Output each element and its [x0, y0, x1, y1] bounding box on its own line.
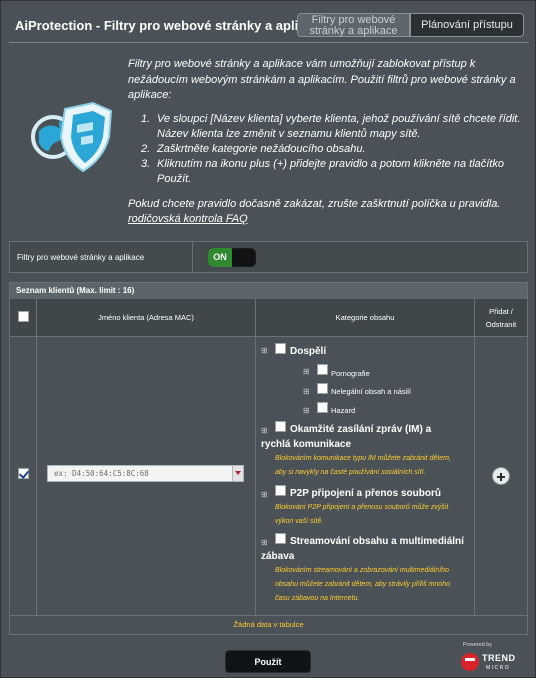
client-list-title: Seznam klientů (Max. limit : 16)	[10, 283, 527, 299]
row-divider	[192, 242, 193, 273]
header-select-all-cell	[10, 299, 37, 336]
subcategory-porn-label: Pornografie	[331, 369, 370, 378]
add-remove-label-line1: Přidat /	[489, 307, 513, 316]
rule-checkbox-cell	[10, 337, 37, 615]
category-p2p-desc-line2: výkon vaší sítě.	[275, 518, 324, 525]
trend-micro-brand: TREND	[482, 653, 516, 663]
category-streaming-desc-line2: obsahu můžete zabránit dětem, aby strávi…	[275, 581, 451, 588]
toggle-knob	[232, 249, 255, 266]
client-mac-input[interactable]: ex: D4:50:64:C5:8C:68	[47, 465, 244, 482]
trend-micro-brand-sub: MICRO	[486, 665, 511, 671]
plus-square-icon[interactable]: ⊞	[261, 347, 268, 355]
category-im-checkbox[interactable]	[275, 421, 286, 432]
plus-square-icon[interactable]: ⊞	[303, 388, 310, 396]
filter-toggle-label: Filtry pro webové stránky a aplikace	[17, 253, 145, 262]
outro-text: Pokud chcete pravidlo dočasně zakázat, z…	[128, 197, 523, 227]
plus-square-icon[interactable]: ⊞	[261, 491, 268, 499]
category-streaming-label-line1: Streamování obsahu a multimediální	[290, 536, 464, 547]
powered-by-label: Powered by	[463, 642, 493, 648]
trend-micro-logo-icon	[461, 653, 479, 671]
column-header-category: Kategorie obsahu	[256, 299, 475, 336]
step-item: 1. Ve sloupci [Název klienta] vyberte kl…	[141, 112, 521, 142]
filter-toggle-switch[interactable]: ON	[208, 248, 256, 267]
aiprotection-page: AiProtection - Filtry pro webové stránky…	[0, 0, 536, 678]
step-number: 2.	[141, 143, 151, 155]
intro-text: Filtry pro webové stránky a aplikace vám…	[128, 58, 516, 101]
tab-web-app-filters[interactable]: Filtry pro webové stránky a aplikace	[297, 13, 410, 37]
globe-shield-icon	[31, 101, 113, 173]
disable-hint: Pokud chcete pravidlo dočasně zakázat, z…	[128, 198, 501, 210]
step-item: 3. Kliknutím na ikonu plus (+) přidejte …	[141, 157, 521, 187]
client-cell: ex: D4:50:64:C5:8C:68	[37, 337, 256, 615]
plus-circle-icon[interactable]	[492, 467, 510, 485]
chevron-down-icon[interactable]	[232, 466, 243, 481]
tab-bar: Filtry pro webové stránky a aplikace Plá…	[297, 13, 524, 37]
category-p2p-desc-line1: Blokování P2P připojení a přenosu soubor…	[275, 504, 449, 511]
steps-list: 1. Ve sloupci [Název klienta] vyberte kl…	[141, 112, 521, 187]
category-streaming-label-line2: zábava	[261, 551, 295, 562]
plus-square-icon[interactable]: ⊞	[303, 407, 310, 415]
category-streaming-desc-line1: Blokováním streamování a zobrazování mul…	[275, 567, 449, 574]
category-streaming-desc-line3: času zábavou na Internetu.	[275, 595, 360, 602]
plus-square-icon[interactable]: ⊞	[261, 427, 268, 435]
plus-square-icon[interactable]: ⊞	[303, 368, 310, 376]
column-header-add-remove: Přidat / Odstranit	[475, 299, 527, 336]
page-title: AiProtection - Filtry pro webové stránky…	[15, 18, 328, 33]
subcategory-illegal-checkbox[interactable]	[317, 383, 328, 394]
step-number: 3.	[141, 158, 151, 170]
plus-square-icon[interactable]: ⊞	[261, 539, 268, 547]
step-text: Ve sloupci [Název klienta] vyberte klien…	[157, 113, 521, 140]
filter-toggle-row: Filtry pro webové stránky a aplikace ON	[9, 241, 528, 273]
faq-link[interactable]: rodičovská kontrola FAQ	[128, 213, 248, 225]
category-adult-checkbox[interactable]	[275, 343, 286, 354]
apply-button[interactable]: Použít	[225, 650, 311, 673]
category-streaming-checkbox[interactable]	[275, 533, 286, 544]
category-p2p-checkbox[interactable]	[275, 485, 286, 496]
category-im-desc-line2: aby si navykly na časté používání sociál…	[275, 469, 426, 476]
category-adult-label: Dospělí	[290, 346, 327, 357]
subcategory-gambling-label: Hazard	[331, 406, 356, 415]
select-all-checkbox[interactable]	[18, 311, 29, 322]
mac-placeholder: ex: D4:50:64:C5:8C:68	[54, 469, 149, 478]
toggle-state-label: ON	[208, 248, 232, 267]
tab-access-schedule[interactable]: Plánování přístupu	[410, 13, 524, 37]
category-p2p-label: P2P připojení a přenos souborů	[290, 488, 441, 499]
step-text: Zaškrtněte kategorie nežádoucího obsahu.	[157, 143, 366, 155]
subcategory-gambling-checkbox[interactable]	[317, 402, 328, 413]
client-list-table: Seznam klientů (Max. limit : 16) Jméno k…	[9, 282, 528, 635]
subcategory-porn-checkbox[interactable]	[317, 364, 328, 375]
empty-table-message: Žádná data v tabulce	[233, 620, 304, 629]
category-im-label-line1: Okamžité zasílání zpráv (IM) a	[290, 424, 432, 435]
rule-enabled-checkbox[interactable]	[18, 468, 29, 479]
add-remove-label-line2: Odstranit	[485, 320, 517, 329]
category-im-label-line2: rychlá komunikace	[261, 439, 352, 450]
category-cell: ⊞ Dospělí ⊞ Pornografie ⊞ Nelegální obsa…	[256, 337, 475, 615]
step-item: 2. Zaškrtněte kategorie nežádoucího obsa…	[141, 142, 521, 157]
header-divider	[9, 42, 529, 43]
step-number: 1.	[141, 113, 151, 125]
subcategory-illegal-label: Nelegální obsah a násilí	[331, 387, 412, 396]
step-text: Kliknutím na ikonu plus (+) přidejte pra…	[157, 158, 504, 185]
column-header-client: Jméno klienta (Adresa MAC)	[37, 299, 256, 336]
add-remove-cell	[475, 337, 527, 615]
category-im-desc-line1: Blokováním komunikace typu IM můžete zab…	[275, 455, 451, 462]
